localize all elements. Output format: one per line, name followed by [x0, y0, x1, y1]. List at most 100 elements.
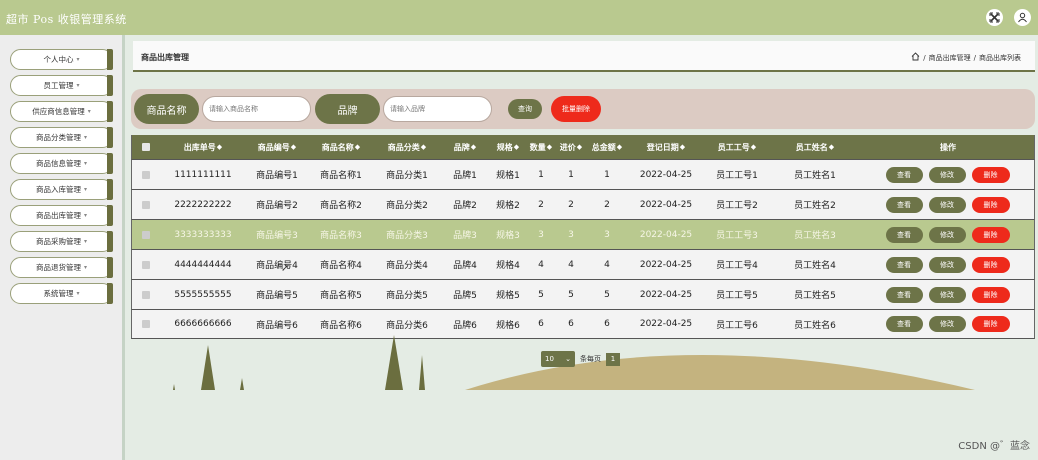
- column-header-product-name[interactable]: 商品名称 ◆: [308, 135, 374, 159]
- sort-icon[interactable]: ◆: [680, 143, 685, 151]
- view-button[interactable]: 查看: [885, 196, 923, 213]
- sort-icon[interactable]: ◆: [829, 143, 834, 151]
- column-header-spec[interactable]: 规格 ◆: [490, 135, 526, 159]
- column-header-qty[interactable]: 数量 ◆: [526, 135, 556, 159]
- home-icon[interactable]: [911, 52, 920, 63]
- delete-button[interactable]: 删除: [971, 286, 1010, 303]
- sort-icon[interactable]: ◆: [471, 143, 476, 151]
- cell-category: 商品分类1: [386, 171, 428, 181]
- sort-icon[interactable]: ◆: [291, 143, 296, 151]
- row-actions: 查看 修改 删除: [860, 280, 1035, 309]
- sidebar-item-purchase[interactable]: 商品采购管理 ▾: [10, 231, 113, 252]
- sidebar-item-product-info[interactable]: 商品信息管理 ▾: [10, 153, 113, 174]
- column-header-order-no[interactable]: 出库单号 ◆: [160, 135, 246, 159]
- breadcrumb-item[interactable]: 商品出库管理: [929, 53, 971, 63]
- cell-product-name: 商品名称5: [320, 291, 362, 301]
- view-button[interactable]: 查看: [885, 166, 923, 183]
- sidebar: 个人中心 ▾ 员工管理 ▾ 供应商信息管理 ▾ 商品分类管理 ▾ 商品信息管理 ▾ 商品入…: [0, 35, 122, 460]
- column-header-label: 操作: [940, 142, 956, 152]
- delete-button[interactable]: 删除: [971, 166, 1010, 183]
- delete-button[interactable]: 删除: [971, 196, 1010, 213]
- sort-icon[interactable]: ◆: [617, 143, 622, 151]
- view-button[interactable]: 查看: [885, 226, 923, 243]
- sidebar-item-staff[interactable]: 员工管理 ▾: [10, 75, 113, 96]
- stock-out-table: 出库单号 ◆ 商品编号 ◆ 商品名称 ◆ 商品分类 ◆ 品牌 ◆ 规格 ◆ 数量 ◆ 进价 ◆ 总金额 ◆ 登记日期…: [131, 135, 1035, 339]
- select-all-checkbox[interactable]: [142, 143, 150, 151]
- column-header-category[interactable]: 商品分类 ◆: [374, 135, 440, 159]
- view-button[interactable]: 查看: [885, 256, 923, 273]
- fullscreen-icon[interactable]: [986, 9, 1003, 26]
- table-row: 2222222222 商品编号2 商品名称2 商品分类2 品牌2 规格2 2 2 2 2022-0…: [131, 189, 1035, 219]
- column-header-label: 员工姓名: [795, 142, 828, 152]
- sort-icon[interactable]: ◆: [421, 143, 426, 151]
- chevron-down-icon: ▾: [76, 290, 80, 297]
- page-size-select[interactable]: 10 ⌄: [541, 351, 575, 367]
- column-header-brand[interactable]: 品牌 ◆: [440, 135, 490, 159]
- edit-button[interactable]: 修改: [928, 196, 966, 213]
- delete-button[interactable]: 删除: [971, 226, 1010, 243]
- search-bar: 商品名称 请输入商品名称 品牌 请输入品牌 查询 批量删除: [131, 89, 1035, 129]
- sidebar-item-stock-out[interactable]: 商品出库管理 ▾: [10, 205, 113, 226]
- edit-button[interactable]: 修改: [928, 166, 966, 183]
- row-checkbox[interactable]: [142, 170, 150, 179]
- sidebar-item-personal-center[interactable]: 个人中心 ▾: [10, 49, 113, 70]
- sidebar-item-stock-in[interactable]: 商品入库管理 ▾: [10, 179, 113, 200]
- sidebar-item-system[interactable]: 系统管理 ▾: [10, 283, 113, 304]
- column-header-label: 品牌: [453, 142, 470, 152]
- row-checkbox[interactable]: [142, 260, 150, 269]
- column-header-date[interactable]: 登记日期 ◆: [628, 135, 704, 159]
- cell-spec: 规格1: [496, 171, 520, 181]
- sort-icon[interactable]: ◆: [751, 143, 756, 151]
- cell-qty: 5: [538, 289, 544, 300]
- product-name-input[interactable]: 请输入商品名称: [202, 96, 311, 122]
- brand-input[interactable]: 请输入品牌: [383, 96, 492, 122]
- sidebar-item-label: 商品退货管理: [35, 263, 81, 272]
- breadcrumb-item: 商品出库列表: [979, 53, 1021, 62]
- column-header-product-code[interactable]: 商品编号 ◆: [246, 135, 308, 159]
- chevron-down-icon: ▾: [83, 264, 87, 271]
- column-header-purchase-price[interactable]: 进价 ◆: [556, 135, 586, 159]
- column-header-label: 商品分类: [387, 142, 420, 152]
- watermark: CSDN @゛蓝念: [958, 441, 1030, 452]
- view-button[interactable]: 查看: [885, 286, 923, 303]
- sort-icon[interactable]: ◆: [217, 143, 222, 151]
- column-header-label: 登记日期: [646, 142, 679, 152]
- table-header: 出库单号 ◆ 商品编号 ◆ 商品名称 ◆ 商品分类 ◆ 品牌 ◆ 规格 ◆ 数量 ◆ 进价 ◆ 总金额 ◆ 登记日期…: [131, 135, 1035, 159]
- cell-purchase-price: 2: [568, 199, 574, 210]
- column-header-staff-no[interactable]: 员工工号 ◆: [704, 135, 770, 159]
- edit-button[interactable]: 修改: [928, 256, 966, 273]
- bulk-delete-button[interactable]: 批量删除: [551, 96, 601, 122]
- edit-button[interactable]: 修改: [928, 226, 966, 243]
- cell-date: 2022-04-25: [639, 199, 693, 210]
- sort-icon[interactable]: ◆: [355, 143, 360, 151]
- column-header-staff-name[interactable]: 员工姓名 ◆: [770, 135, 860, 159]
- edit-button[interactable]: 修改: [928, 286, 966, 303]
- row-checkbox[interactable]: [142, 200, 150, 209]
- page-number-button[interactable]: 1: [606, 352, 620, 366]
- sort-icon[interactable]: ◆: [514, 143, 519, 151]
- row-checkbox[interactable]: [142, 230, 150, 239]
- user-icon[interactable]: [1014, 9, 1031, 26]
- row-checkbox-cell: [132, 280, 160, 309]
- cell-staff-no: 员工工号5: [716, 291, 758, 301]
- breadcrumb-separator: /: [973, 53, 976, 62]
- row-actions: 查看 修改 删除: [860, 250, 1035, 279]
- sidebar-item-return[interactable]: 商品退货管理 ▾: [10, 257, 113, 278]
- sort-icon[interactable]: ◆: [547, 143, 552, 151]
- sidebar-item-category[interactable]: 商品分类管理 ▾: [10, 127, 113, 148]
- table-row: 1111111111 商品编号1 商品名称1 商品分类1 品牌1 规格1 1 1 1 2022-0…: [131, 159, 1035, 189]
- column-header-total-amount[interactable]: 总金额 ◆: [586, 135, 628, 159]
- cell-total-amount: 3: [604, 229, 610, 240]
- sidebar-item-supplier[interactable]: 供应商信息管理 ▾: [10, 101, 113, 122]
- cell-staff-no: 员工工号2: [716, 201, 758, 211]
- delete-button[interactable]: 删除: [971, 256, 1010, 273]
- row-checkbox-cell: [132, 190, 160, 219]
- page-header: 商品出库管理 / 商品出库管理 / 商品出库列表: [133, 41, 1035, 72]
- row-checkbox[interactable]: [142, 290, 150, 299]
- query-button[interactable]: 查询: [508, 99, 542, 119]
- sort-icon[interactable]: ◆: [577, 143, 582, 151]
- cell-spec: 规格3: [496, 231, 520, 241]
- cell-product-code: 商品编号4: [256, 261, 298, 271]
- cell-staff-no: 员工工号3: [716, 231, 758, 241]
- cell-date: 2022-04-25: [639, 259, 693, 270]
